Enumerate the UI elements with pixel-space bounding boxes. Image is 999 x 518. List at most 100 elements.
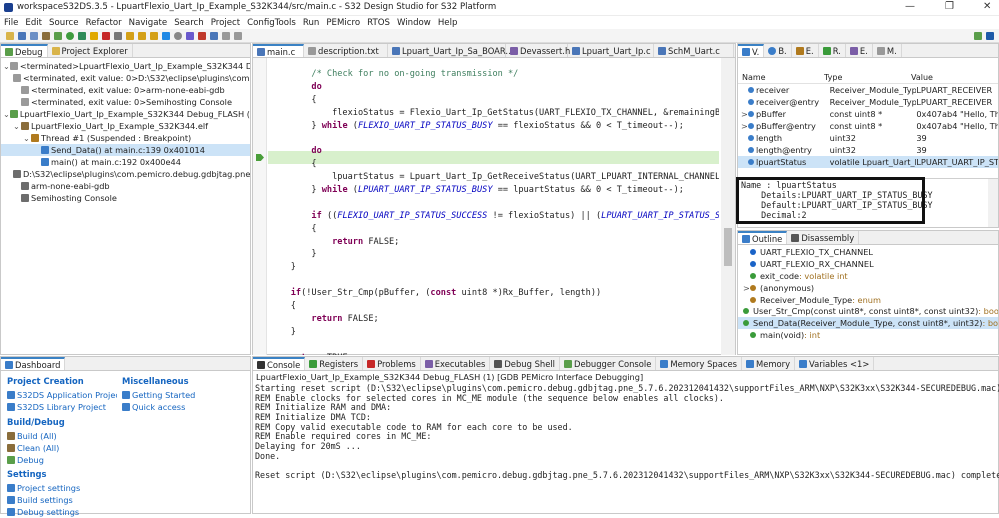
outline-item[interactable]: Send_Data(Receiver_Module_Type, const ui… (738, 317, 998, 330)
variable-row[interactable]: > pBuffer const uint8 * 0x407ab4 "Hello, Th… (738, 108, 998, 120)
menu-window[interactable]: Window (397, 18, 431, 28)
detail-scrollbar[interactable] (988, 179, 998, 227)
save-all-icon[interactable] (30, 31, 38, 40)
tab-project-explorer[interactable]: Project Explorer (48, 44, 133, 57)
step-over-icon[interactable] (138, 31, 146, 40)
tab-variables[interactable]: V. (738, 44, 765, 57)
perspective-debug-icon[interactable] (974, 31, 982, 40)
suspend-icon[interactable] (90, 31, 98, 40)
tab-memory-spaces[interactable]: Memory Spaces (656, 357, 742, 370)
save-icon[interactable] (18, 31, 26, 40)
link-library-project[interactable]: S32DS Library Project (17, 402, 106, 412)
menu-file[interactable]: File (4, 18, 18, 28)
code-line[interactable]: } (270, 326, 719, 339)
menu-source[interactable]: Source (49, 18, 79, 28)
variable-row[interactable]: receiver@entry Receiver_Module_Type LPUART… (738, 96, 998, 108)
debug-tree-item[interactable]: <terminated, exit value: 0>arm-none-eabi… (1, 84, 250, 96)
col-type[interactable]: Type (824, 73, 911, 82)
editor-scrollbar[interactable] (721, 58, 735, 355)
tab-variables-1[interactable]: Variables <1> (795, 357, 875, 370)
outline-item[interactable]: exit_code : volatile int (738, 270, 998, 282)
link-clean-all[interactable]: Clean (All) (17, 443, 59, 453)
code-line[interactable]: { (270, 94, 719, 107)
tab-registers[interactable]: R. (819, 44, 846, 57)
forward-icon[interactable] (234, 31, 242, 40)
debug-tree-item[interactable]: D:\S32\eclipse\plugins\com.pemicro.debug… (1, 168, 250, 180)
dashboard-link[interactable]: Quick access (122, 401, 242, 413)
build-icon[interactable] (42, 31, 50, 40)
code-line[interactable]: do (270, 145, 719, 158)
code-line[interactable] (270, 339, 719, 352)
disconnect-icon[interactable] (114, 31, 122, 40)
variable-row[interactable]: > pBuffer@entry const uint8 * 0x407ab4 "Hel… (738, 120, 998, 132)
debug-tree-item[interactable]: ⌄ Thread #1 (Suspended : Breakpoint) (1, 132, 250, 144)
perspective-c-icon[interactable] (986, 31, 994, 40)
menu-run[interactable]: Run (303, 18, 319, 28)
outline-item[interactable]: main(void) : int (738, 329, 998, 341)
debug-tree-item[interactable]: <terminated, exit value: 0>D:\S32\eclips… (1, 72, 250, 84)
resume-icon[interactable] (78, 31, 86, 40)
debug-tree-item[interactable]: ⌄ <terminated>LpuartFlexio_Uart_Ip_Exampl… (1, 60, 250, 72)
code-line[interactable]: return TRUE; (270, 352, 719, 355)
dashboard-link[interactable]: Build (All) (7, 430, 117, 442)
tab-console[interactable]: Console (253, 357, 306, 370)
tab-disassembly[interactable]: Disassembly (787, 231, 860, 244)
debug-tree-item[interactable]: Send_Data() at main.c:139 0x401014 (1, 144, 250, 156)
restore-icon[interactable]: ❐ (945, 1, 954, 12)
variable-row[interactable]: length@entry uint32 39 (738, 144, 998, 156)
debug-icon[interactable] (54, 31, 62, 40)
console-output[interactable]: Starting reset script (D:\S32\eclipse\pl… (253, 383, 999, 481)
col-name[interactable]: Name (738, 73, 824, 82)
dashboard-link[interactable]: Getting Started (122, 389, 242, 401)
code-line[interactable]: } while (FLEXIO_UART_IP_STATUS_BUSY == f… (270, 120, 719, 133)
link-project-settings[interactable]: Project settings (17, 483, 80, 493)
tab-registers-bottom[interactable]: Registers (305, 357, 364, 370)
tab-main-c[interactable]: main.c (253, 44, 304, 57)
tab-dashboard[interactable]: Dashboard (1, 357, 66, 370)
tab-debug[interactable]: Debug (1, 44, 48, 57)
code-line[interactable] (270, 197, 719, 210)
link-build-all[interactable]: Build (All) (17, 431, 57, 441)
expand-icon[interactable]: ⌄ (3, 61, 10, 71)
dashboard-link[interactable]: Project settings (7, 482, 117, 494)
code-line[interactable]: { (270, 223, 719, 236)
code-line[interactable]: flexioStatus = Flexio_Uart_Ip_GetStatus(… (270, 107, 719, 120)
tab-peripherals[interactable]: E. (846, 44, 873, 57)
dashboard-link[interactable]: Build settings (7, 494, 117, 506)
outline-item[interactable]: UART_FLEXIO_RX_CHANNEL (738, 258, 998, 270)
dashboard-link[interactable]: Debug settings (7, 506, 117, 518)
debug-tree-item[interactable]: main() at main.c:192 0x400e44 (1, 156, 250, 168)
link-debug[interactable]: Debug (17, 455, 44, 465)
expand-icon[interactable]: ⌄ (3, 109, 10, 119)
menu-project[interactable]: Project (211, 18, 240, 28)
outline-item[interactable]: User_Str_Cmp(const uint8*, const uint8*,… (738, 305, 998, 317)
menu-edit[interactable]: Edit (25, 18, 42, 28)
step-into-icon[interactable] (126, 31, 134, 40)
menu-refactor[interactable]: Refactor (86, 18, 122, 28)
variable-row[interactable]: receiver Receiver_Module_Type LPUART_RECEI… (738, 84, 998, 96)
code-line[interactable]: return FALSE; (270, 313, 719, 326)
outline-item[interactable]: > (anonymous) (738, 282, 998, 294)
code-line[interactable]: return FALSE; (270, 236, 719, 249)
link-build-settings[interactable]: Build settings (17, 495, 73, 505)
editor-scroll-thumb[interactable] (724, 228, 732, 266)
search-icon[interactable] (174, 31, 182, 40)
tab-outline[interactable]: Outline (738, 231, 788, 244)
debug-tree-item[interactable]: <terminated, exit value: 0>Semihosting C… (1, 96, 250, 108)
debug-tree-item[interactable]: ⌄ LpuartFlexio_Uart_Ip_Example_S32K344.el… (1, 120, 250, 132)
reset-icon[interactable] (162, 31, 170, 40)
dashboard-link[interactable]: Debug (7, 454, 117, 466)
code-line[interactable] (270, 274, 719, 287)
tab-modules[interactable]: M. (873, 44, 902, 57)
code-line[interactable]: lpuartStatus = Lpuart_Uart_Ip_GetReceive… (270, 171, 719, 184)
menu-rtos[interactable]: RTOS (367, 18, 390, 28)
tab-lpuart-sa-board[interactable]: Lpuart_Uart_Ip_Sa_BOAR... (388, 44, 513, 57)
tab-breakpoints[interactable]: B. (764, 44, 792, 57)
link-getting-started[interactable]: Getting Started (132, 390, 195, 400)
code-line[interactable]: } (270, 248, 719, 261)
new-icon[interactable] (6, 31, 14, 40)
dashboard-link[interactable]: Clean (All) (7, 442, 117, 454)
tab-description-txt[interactable]: description.txt (304, 44, 388, 57)
tab-debugger-console[interactable]: Debugger Console (560, 357, 657, 370)
variable-row[interactable]: length uint32 39 (738, 132, 998, 144)
